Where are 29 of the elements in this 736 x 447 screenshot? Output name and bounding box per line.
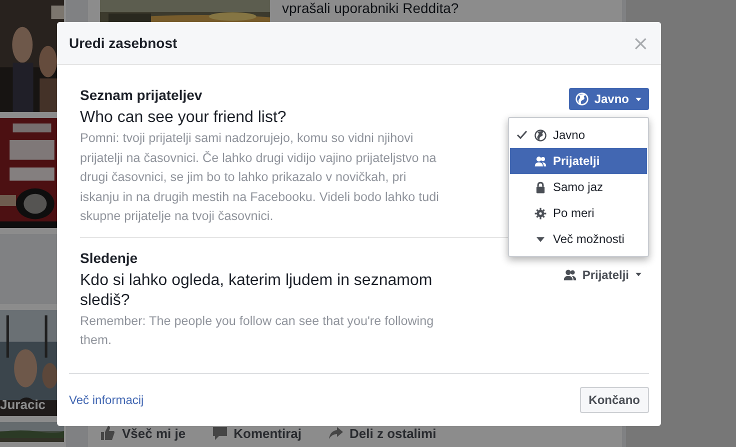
audience-dropdown[interactable]: Javno <box>569 88 649 110</box>
people-icon <box>563 268 578 282</box>
section-hint: Remember: The people you follow can see that you're following them. <box>80 312 435 349</box>
menu-item[interactable]: Po meri <box>510 200 647 226</box>
arrow-icon <box>328 425 344 441</box>
speech-bubble-icon <box>212 425 228 441</box>
lock-icon <box>534 180 547 194</box>
dialog-title: Uredi zasebnost <box>69 35 178 51</box>
thumb-icon <box>100 425 116 441</box>
menu-item[interactable]: Samo jaz <box>510 174 647 200</box>
menu-item[interactable]: Prijatelji <box>510 148 647 174</box>
section-question: Who can see your friend list? <box>80 108 288 128</box>
globe-icon <box>575 92 590 106</box>
globe-icon <box>534 128 547 142</box>
more-info-link[interactable]: Več informacij <box>69 393 144 407</box>
action-link[interactable]: Deli z ostalimi <box>328 425 436 441</box>
section-title: Seznam prijateljev <box>80 87 204 103</box>
section-question: Kdo si lahko ogleda, katerim ljudem in seznamom slediš? <box>80 270 434 310</box>
section-hint: Pomni: tvoji prijatelji sami nadzorujejo, komu so vidni njihovi prijatelji na časovnici. Če lahko drugi vidijo vajino prijateljstvo na drugi časovnici, se jim bo to lahko prikazalo v novičkah, pri iskanju in na drugih mestih na Facebooku. Videli bodo lahko tudi skupne prijatelje na tvoji časovnici. <box>80 130 440 225</box>
photo-caption[interactable]: Juracic <box>0 397 46 412</box>
done-button[interactable]: Končano <box>580 387 649 413</box>
gear-icon <box>534 206 547 220</box>
menu-item[interactable]: Več možnosti <box>510 226 647 252</box>
menu-item[interactable]: Javno <box>510 122 647 148</box>
people-icon <box>534 154 547 168</box>
action-link[interactable]: Komentiraj <box>212 425 302 441</box>
section-title: Sledenje <box>80 250 139 266</box>
action-link[interactable]: Všeč mi je <box>100 425 186 441</box>
caret-icon <box>634 270 643 279</box>
